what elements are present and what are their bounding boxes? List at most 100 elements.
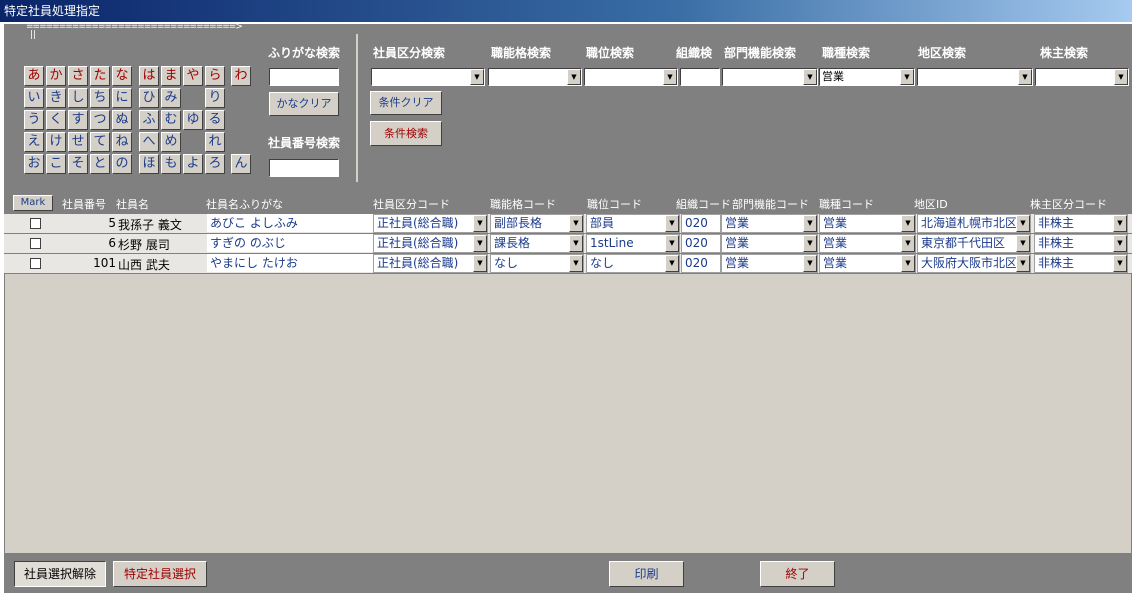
row-shokushu-cell[interactable]: 営業 ▼ [819,254,916,273]
kana-button[interactable]: な [112,66,132,86]
kana-button[interactable]: の [112,154,132,174]
mark-button[interactable]: Mark [13,195,53,211]
row-kabu-cell[interactable]: 非株主 ▼ [1034,254,1128,273]
exit-button[interactable]: 終了 [760,561,835,587]
kana-button[interactable]: さ [68,66,88,86]
chevron-down-icon[interactable]: ▼ [900,69,914,85]
kana-button[interactable]: そ [68,154,88,174]
kana-button[interactable]: お [24,154,44,174]
deselect-button[interactable]: 社員選択解除 [14,561,106,587]
row-chiku-cell[interactable]: 大阪府大阪市北区 ▼ [917,254,1031,273]
nouryoku-select[interactable]: ▼ [488,68,582,86]
kana-button[interactable]: と [90,154,110,174]
kana-button[interactable]: め [161,132,181,152]
kabunushi-select[interactable]: ▼ [1035,68,1129,86]
row-checkbox[interactable] [30,218,41,229]
row-furigana[interactable]: あびこ よしふみ [207,214,375,232]
chevron-down-icon[interactable]: ▼ [803,255,817,272]
kana-button[interactable]: き [46,88,66,108]
kana-button[interactable]: て [90,132,110,152]
table-row[interactable]: 101 山西 武夫 やまにし たけお 正社員(総合職) ▼ なし ▼ なし ▼ 020 営業 ▼ 営業 ▼… [4,254,1132,274]
kana-button[interactable]: く [46,110,66,130]
row-nouryoku-cell[interactable]: なし ▼ [490,254,584,273]
shokui-select[interactable]: ▼ [584,68,678,86]
kana-button[interactable]: よ [183,154,203,174]
chevron-down-icon[interactable]: ▼ [803,235,817,252]
row-furigana[interactable]: すぎの のぶじ [207,234,375,252]
table-row[interactable]: 5 我孫子 義文 あびこ よしふみ 正社員(総合職) ▼ 副部長格 ▼ 部員 ▼ 020 営業 ▼ 営業… [4,214,1132,234]
table-row[interactable]: 6 杉野 展司 すぎの のぶじ 正社員(総合職) ▼ 課長格 ▼ 1stLine ▼ 020 営業 ▼… [4,234,1132,254]
furigana-search-input[interactable] [269,68,339,86]
kana-button[interactable]: ね [112,132,132,152]
row-kubun-cell[interactable]: 正社員(総合職) ▼ [373,234,488,253]
kana-button[interactable]: け [46,132,66,152]
kana-button[interactable]: へ [139,132,159,152]
kana-button[interactable]: す [68,110,88,130]
kana-button[interactable]: り [205,88,225,108]
kana-button[interactable]: ほ [139,154,159,174]
kana-button[interactable]: ま [161,66,181,86]
kana-button[interactable]: か [46,66,66,86]
bumon-select[interactable]: ▼ [722,68,818,86]
empno-search-input[interactable] [269,159,339,177]
row-shokushu-cell[interactable]: 営業 ▼ [819,234,916,253]
kana-button[interactable]: む [161,110,181,130]
shokushu-select[interactable]: 営業 ▼ [819,68,915,86]
kana-button[interactable]: た [90,66,110,86]
chevron-down-icon[interactable]: ▼ [901,255,915,272]
kana-button[interactable]: ぬ [112,110,132,130]
kana-button[interactable]: ん [231,154,251,174]
chevron-down-icon[interactable]: ▼ [470,69,484,85]
row-shokui-cell[interactable]: なし ▼ [586,254,680,273]
kana-button[interactable]: ろ [205,154,225,174]
kana-button[interactable]: ふ [139,110,159,130]
kana-button[interactable]: せ [68,132,88,152]
chevron-down-icon[interactable]: ▼ [473,235,487,252]
chevron-down-icon[interactable]: ▼ [663,69,677,85]
row-shokui-cell[interactable]: 1stLine ▼ [586,234,680,253]
chevron-down-icon[interactable]: ▼ [1016,255,1030,272]
chevron-down-icon[interactable]: ▼ [901,235,915,252]
kana-button[interactable]: も [161,154,181,174]
row-bumon-cell[interactable]: 営業 ▼ [721,214,818,233]
row-checkbox[interactable] [30,238,41,249]
kana-button[interactable]: つ [90,110,110,130]
row-chiku-cell[interactable]: 北海道札幌市北区 ▼ [917,214,1031,233]
row-soshiki-cell[interactable]: 020 [681,254,721,273]
row-nouryoku-cell[interactable]: 副部長格 ▼ [490,214,584,233]
row-bumon-cell[interactable]: 営業 ▼ [721,234,818,253]
cond-search-button[interactable]: 条件検索 [370,121,442,146]
shain-kubun-select[interactable]: ▼ [371,68,485,86]
kana-button[interactable]: る [205,110,225,130]
chiku-select[interactable]: ▼ [917,68,1033,86]
chevron-down-icon[interactable]: ▼ [665,255,679,272]
kana-button[interactable]: い [24,88,44,108]
kana-button[interactable]: ち [90,88,110,108]
row-kubun-cell[interactable]: 正社員(総合職) ▼ [373,214,488,233]
kana-button[interactable]: わ [231,66,251,86]
kana-button[interactable]: ら [205,66,225,86]
chevron-down-icon[interactable]: ▼ [803,215,817,232]
row-checkbox[interactable] [30,258,41,269]
chevron-down-icon[interactable]: ▼ [569,215,583,232]
kana-button[interactable]: う [24,110,44,130]
chevron-down-icon[interactable]: ▼ [1113,215,1127,232]
chevron-down-icon[interactable]: ▼ [803,69,817,85]
kana-clear-button[interactable]: かなクリア [269,92,339,116]
print-button[interactable]: 印刷 [609,561,684,587]
chevron-down-icon[interactable]: ▼ [1018,69,1032,85]
select-button[interactable]: 特定社員選択 [113,561,207,587]
row-soshiki-cell[interactable]: 020 [681,234,721,253]
row-kabu-cell[interactable]: 非株主 ▼ [1034,234,1128,253]
kana-button[interactable]: や [183,66,203,86]
chevron-down-icon[interactable]: ▼ [901,215,915,232]
kana-button[interactable]: し [68,88,88,108]
chevron-down-icon[interactable]: ▼ [1016,215,1030,232]
chevron-down-icon[interactable]: ▼ [569,235,583,252]
kana-button[interactable]: ゆ [183,110,203,130]
chevron-down-icon[interactable]: ▼ [473,215,487,232]
chevron-down-icon[interactable]: ▼ [1113,255,1127,272]
kana-button[interactable]: あ [24,66,44,86]
chevron-down-icon[interactable]: ▼ [1113,235,1127,252]
chevron-down-icon[interactable]: ▼ [1114,69,1128,85]
